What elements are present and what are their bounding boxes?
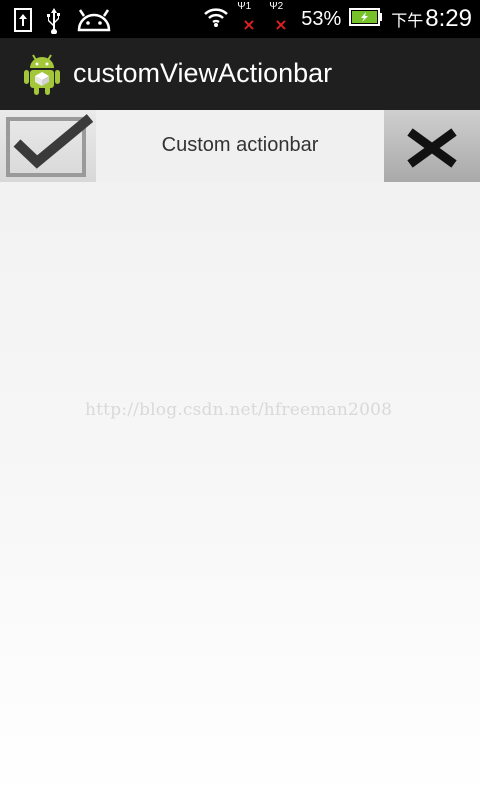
status-left-icons [14, 6, 112, 38]
signal-icon-sim1: Ψ1 × [237, 1, 261, 36]
wifi-icon [203, 6, 229, 32]
usb-icon [44, 6, 64, 38]
close-icon [384, 128, 480, 185]
battery-charging-icon [349, 8, 383, 30]
clock: 8:29 [425, 5, 472, 32]
sim2-label: 2 [277, 1, 284, 12]
android-debug-icon [76, 8, 112, 36]
app-title: customViewActionbar [73, 58, 333, 88]
status-bar: Ψ1 × Ψ2 × 53% 下午8:29 [0, 0, 480, 38]
app-action-bar: customViewActionbar [0, 38, 480, 111]
no-signal-icon: × [242, 15, 256, 34]
upload-icon [14, 8, 32, 36]
time-prefix: 下午 [391, 13, 424, 30]
close-button[interactable] [384, 110, 480, 182]
antenna-glyph: Ψ [269, 1, 278, 12]
android-app-icon[interactable] [22, 52, 62, 96]
no-signal-icon: × [274, 15, 288, 34]
watermark-text: http://blog.csdn.net/hfreeman2008 [85, 400, 393, 420]
sim1-label: 1 [245, 1, 252, 12]
signal-icon-sim2: Ψ2 × [269, 1, 293, 36]
checkbox-checked-icon [0, 114, 96, 185]
battery-percent: 53% [301, 7, 342, 30]
status-right-icons: Ψ1 × Ψ2 × 53% 下午8:29 [203, 1, 472, 36]
screen: Ψ1 × Ψ2 × 53% 下午8:29 customViewActionbar… [0, 0, 480, 800]
confirm-button[interactable] [0, 110, 96, 182]
custom-action-bar: Custom actionbar [0, 110, 480, 182]
antenna-glyph: Ψ [237, 1, 246, 12]
custom-bar-title: Custom actionbar [161, 134, 319, 156]
